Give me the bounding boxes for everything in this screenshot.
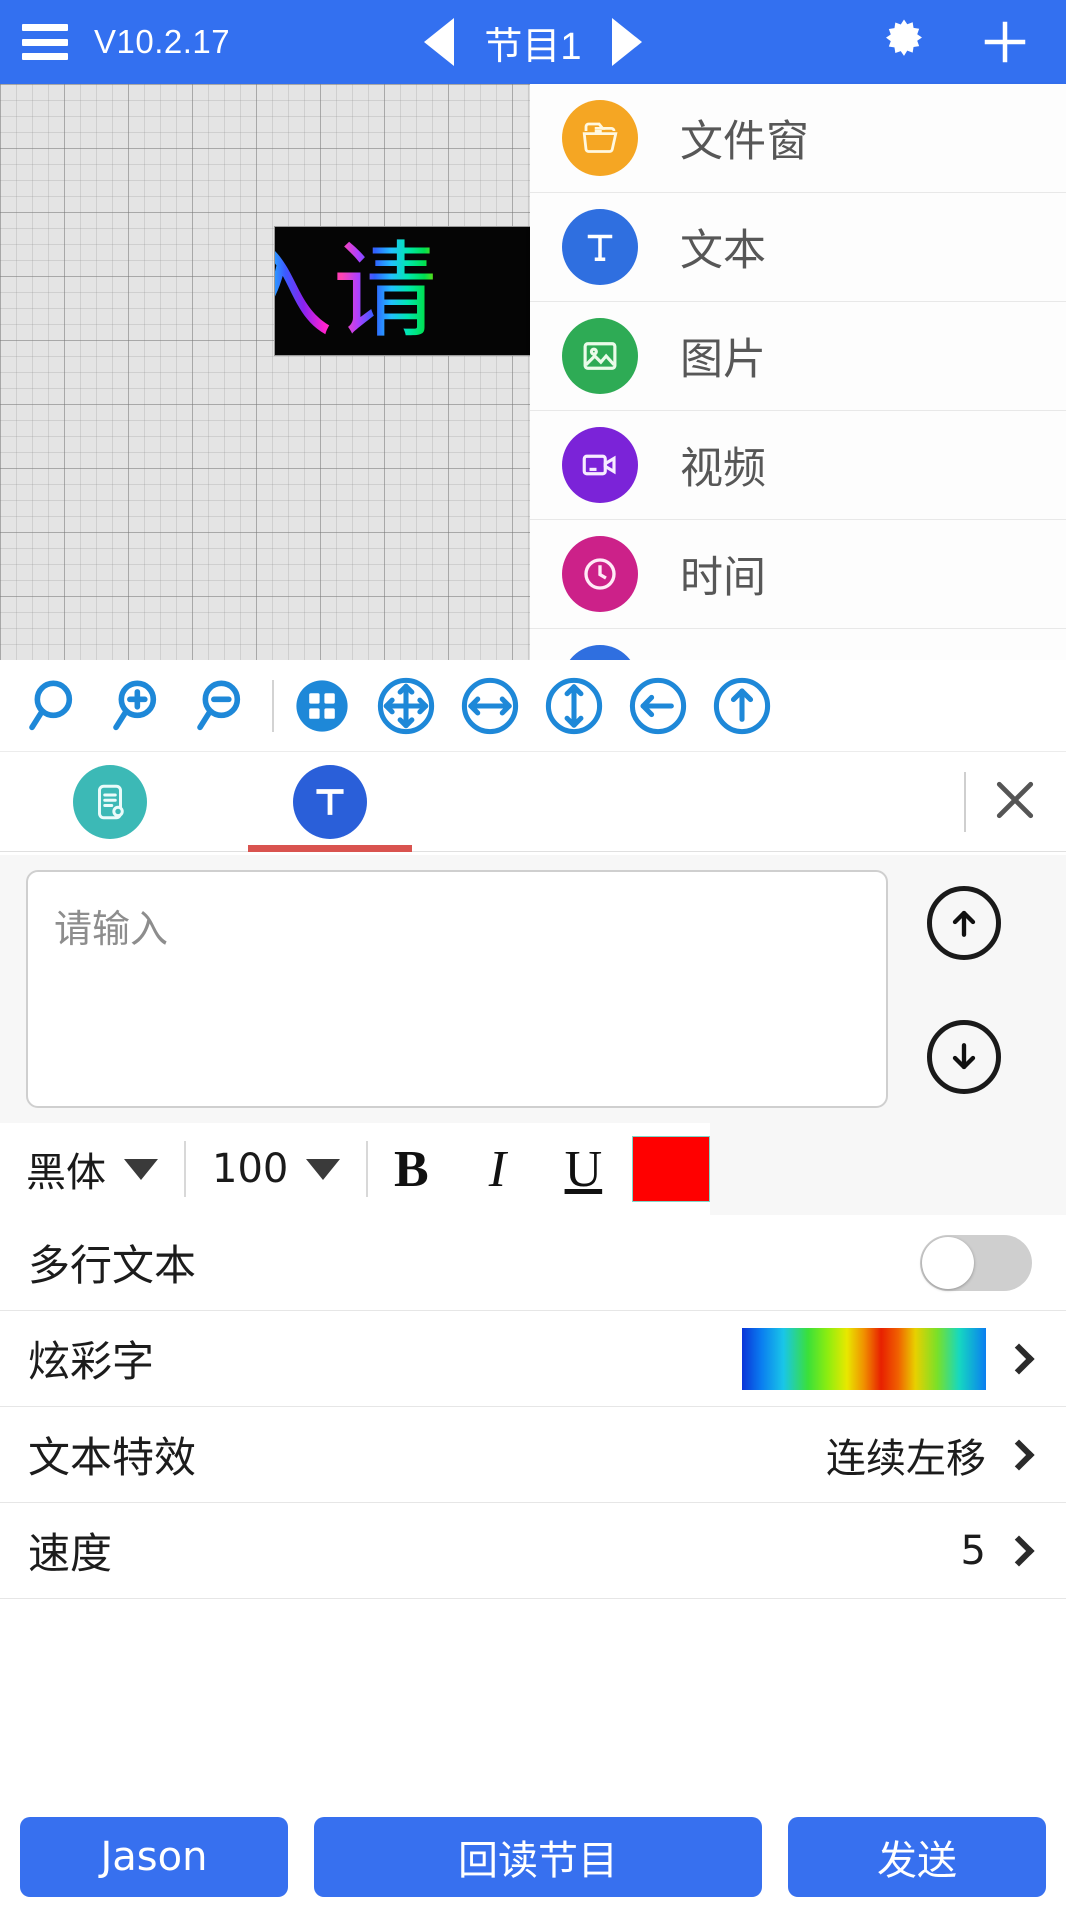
fit-width-icon[interactable] xyxy=(448,664,532,748)
setting-control xyxy=(920,1234,1038,1291)
move-icon[interactable] xyxy=(364,664,448,748)
version-label: V10.2.17 xyxy=(94,23,231,60)
gear-icon[interactable] xyxy=(878,16,930,68)
file-window-icon xyxy=(562,100,638,176)
text-settings-list: 多行文本 炫彩字 文本特效 连续左移 速度 5 xyxy=(0,1215,1066,1599)
panel-tabs xyxy=(0,752,1066,852)
font-toolbar: 黑体 100 B I U xyxy=(0,1123,1066,1215)
video-icon xyxy=(562,427,638,503)
led-canvas[interactable]: 入请 xyxy=(0,84,530,660)
dropdown-item-image[interactable]: 图片 xyxy=(530,302,1066,411)
toggle-knob xyxy=(922,1236,974,1289)
dropdown-item-label: 时间 xyxy=(680,553,766,603)
text-input-section: 请输入 xyxy=(0,855,1066,1123)
canvas-toolbar xyxy=(0,660,1066,752)
setting-row-multiline[interactable]: 多行文本 xyxy=(0,1215,1066,1311)
dropdown-item-dial-window[interactable]: 表窗 xyxy=(530,629,1066,660)
arrow-down-circle-icon[interactable] xyxy=(927,1020,1001,1094)
chevron-right-icon xyxy=(1003,1438,1035,1471)
send-button[interactable]: 发送 xyxy=(788,1817,1046,1897)
zoom-fit-icon[interactable] xyxy=(14,664,98,748)
hamburger-icon[interactable] xyxy=(22,24,68,60)
text-scroll-controls xyxy=(888,870,1040,1108)
dropdown-item-file-window[interactable]: 文件窗 xyxy=(530,84,1066,193)
header-actions xyxy=(878,0,1066,84)
font-size-select[interactable]: 100 xyxy=(186,1123,366,1215)
underline-button[interactable]: U xyxy=(540,1123,626,1215)
dropdown-item-label: 文本 xyxy=(680,226,766,276)
triangle-left-icon[interactable] xyxy=(424,18,455,66)
image-icon xyxy=(562,318,638,394)
dropdown-item-label: 图片 xyxy=(680,335,766,385)
grid-icon[interactable] xyxy=(280,664,364,748)
text-content-input[interactable]: 请输入 xyxy=(26,870,888,1108)
app-header: V10.2.17 节目1 xyxy=(0,0,1066,84)
bottom-action-bar: Jason 回读节目 发送 xyxy=(0,1810,1066,1906)
close-icon[interactable] xyxy=(986,771,1044,834)
font-family-select[interactable]: 黑体 xyxy=(0,1123,184,1215)
app-root: V10.2.17 节目1 入请 xyxy=(0,0,1066,1906)
dropdown-item-time[interactable]: 时间 xyxy=(530,520,1066,629)
chevron-down-icon xyxy=(306,1158,341,1180)
chevron-right-icon xyxy=(1003,1534,1035,1567)
dropdown-item-text[interactable]: 文本 xyxy=(530,193,1066,302)
triangle-right-icon[interactable] xyxy=(611,18,642,66)
panel-close-area xyxy=(964,752,1044,852)
setting-row-colorful-text[interactable]: 炫彩字 xyxy=(0,1311,1066,1407)
setting-row-speed[interactable]: 速度 5 xyxy=(0,1503,1066,1599)
add-element-dropdown: 文件窗 文本 图片 视频 时间 xyxy=(530,84,1066,660)
text-t-icon xyxy=(293,764,367,839)
setting-control: 连续左移 xyxy=(826,1426,1038,1484)
arrow-up-circle-icon[interactable] xyxy=(927,886,1001,960)
font-size-value: 100 xyxy=(212,1146,289,1192)
dropdown-item-video[interactable]: 视频 xyxy=(530,411,1066,520)
chevron-down-icon xyxy=(124,1158,158,1180)
font-toolbar-pill: 黑体 100 B I U xyxy=(0,1123,711,1215)
italic-button[interactable]: I xyxy=(454,1123,540,1215)
setting-value: 5 xyxy=(960,1527,986,1574)
read-program-button[interactable]: 回读节目 xyxy=(314,1817,762,1897)
align-left-icon[interactable] xyxy=(616,664,700,748)
led-preview-box[interactable]: 入请 xyxy=(274,226,530,356)
setting-value: 连续左移 xyxy=(826,1435,986,1482)
dial-icon xyxy=(562,645,638,660)
font-family-value: 黑体 xyxy=(26,1150,106,1196)
setting-control xyxy=(742,1327,1038,1390)
dropdown-item-label: 表窗 xyxy=(680,652,766,660)
font-color-swatch[interactable] xyxy=(632,1136,711,1202)
tab-text[interactable] xyxy=(220,752,440,852)
dropdown-item-label: 视频 xyxy=(680,444,766,494)
setting-control: 5 xyxy=(961,1528,1038,1574)
tab-program-settings[interactable] xyxy=(0,752,220,852)
chevron-right-icon xyxy=(1003,1342,1035,1375)
setting-row-text-effect[interactable]: 文本特效 连续左移 xyxy=(0,1407,1066,1503)
device-button[interactable]: Jason xyxy=(20,1817,288,1897)
tab-divider xyxy=(964,772,966,832)
setting-label: 炫彩字 xyxy=(28,1337,155,1386)
align-top-icon[interactable] xyxy=(700,664,784,748)
zoom-out-icon[interactable] xyxy=(182,664,266,748)
setting-label: 文本特效 xyxy=(28,1433,197,1482)
text-icon xyxy=(562,209,638,285)
document-settings-icon xyxy=(73,764,147,839)
multiline-toggle[interactable] xyxy=(920,1234,1032,1291)
toolbar-divider xyxy=(272,679,274,732)
setting-label: 速度 xyxy=(28,1529,113,1578)
setting-label: 多行文本 xyxy=(28,1241,197,1290)
zoom-in-icon[interactable] xyxy=(98,664,182,748)
program-name-label[interactable]: 节目1 xyxy=(484,15,581,70)
plus-icon[interactable] xyxy=(978,15,1032,69)
bold-button[interactable]: B xyxy=(368,1123,454,1215)
led-preview-text: 入请 xyxy=(275,239,437,343)
clock-icon xyxy=(562,536,638,612)
fit-height-icon[interactable] xyxy=(532,664,616,748)
dropdown-item-label: 文件窗 xyxy=(680,117,809,167)
rainbow-gradient-swatch[interactable] xyxy=(742,1327,986,1390)
